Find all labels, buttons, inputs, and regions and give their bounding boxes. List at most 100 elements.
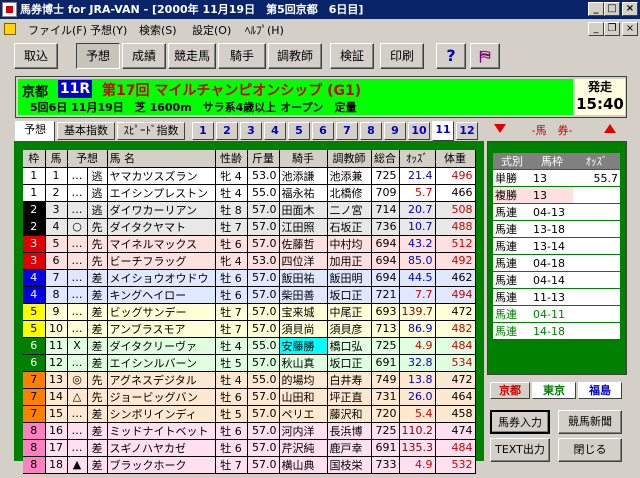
cell-mark: … <box>67 201 88 219</box>
exit-icon[interactable]: ⛿ <box>470 43 500 69</box>
race-tab-1[interactable]: 1 <box>192 122 214 140</box>
bet-row[interactable]: 馬連 04-11 <box>493 305 620 323</box>
prev-arrow-icon[interactable] <box>494 124 506 133</box>
bet-row[interactable]: 複勝 13 <box>493 186 620 204</box>
child-restore-button[interactable]: ❐ <box>604 22 620 36</box>
table-row[interactable]: 1 2… 逃エイシンプレストン牡 4 55.0 福永祐 北橋修 709 5.7 466 <box>23 184 476 202</box>
cell-body: 482 <box>435 320 476 338</box>
cell-score: 749 <box>371 371 400 389</box>
cell-score: 694 <box>371 235 400 253</box>
col-waku[interactable]: 枠 <box>23 150 46 168</box>
col-weight[interactable]: 斤量 <box>247 150 280 168</box>
table-row[interactable]: 7 14 △ 先ジョービッグバン牡 6 57.0 山田和 坪正直 731 26.0 464 <box>23 388 476 406</box>
race-tab-9[interactable]: 9 <box>384 122 406 140</box>
menu-help[interactable]: ﾍﾙﾌﾟ(H) <box>245 22 284 38</box>
child-close-button[interactable]: × <box>622 22 638 36</box>
bet-row[interactable]: 馬連 04-13 <box>493 203 620 221</box>
col-jockey[interactable]: 騎手 <box>279 150 328 168</box>
col-trainer[interactable]: 調教師 <box>327 150 372 168</box>
bet-row[interactable]: 馬連 11-13 <box>493 288 620 306</box>
verify-button[interactable]: 検証 <box>330 43 374 69</box>
bet-row[interactable]: 馬連 04-18 <box>493 254 620 272</box>
col-score[interactable]: 総合 <box>371 150 400 168</box>
race-tab-6[interactable]: 6 <box>312 122 334 140</box>
table-row[interactable]: 5 10… 差アンブラスモア牡 7 57.0 須貝尚 須貝彦 713 86.9 482 <box>23 320 476 338</box>
child-minimize-button[interactable]: _ <box>588 22 604 36</box>
table-row[interactable]: 4 8… 差キングヘイロー牡 6 57.0 柴田善 坂口正 721 7.7 494 <box>23 286 476 304</box>
bet-row[interactable]: 馬連 04-14 <box>493 271 620 289</box>
table-row[interactable]: 8 17… 差スギノハヤカゼ牡 6 57.0 芹沢純 鹿戸幸 691 135.3 484 <box>23 439 476 457</box>
maximize-button[interactable]: □ <box>604 2 620 16</box>
table-row[interactable]: 4 7… 差メイショウオウドウ牡 6 57.0 飯田祐 飯田明 694 44.5 462 <box>23 269 476 287</box>
table-row[interactable]: 3 6… 先ビーチフラッグ牝 4 53.0 四位洋 加用正 694 85.0 492 <box>23 252 476 270</box>
cell-name: ダイタクリーヴァ <box>107 337 216 355</box>
race-tab-2[interactable]: 2 <box>216 122 238 140</box>
race-conditions: 5回6日 11月19日 芝 1600m サラ系4歳以上 オープン 定量 <box>30 101 357 114</box>
help-icon[interactable]: ? <box>436 43 466 69</box>
import-button[interactable]: 取込 <box>14 43 58 69</box>
cell-weight: 53.0 <box>247 252 280 270</box>
col-odds[interactable]: ｵｯｽﾞ <box>399 150 436 168</box>
predict-button[interactable]: 予想 <box>76 43 120 69</box>
race-tab-4[interactable]: 4 <box>264 122 286 140</box>
race-tab-8[interactable]: 8 <box>360 122 382 140</box>
venue-kyoto-button[interactable]: 京都 <box>490 382 530 399</box>
close-window-button[interactable]: 閉じる <box>558 438 622 462</box>
bet-row[interactable]: 単勝 13 55.7 <box>493 169 620 187</box>
minimize-button[interactable]: _ <box>588 2 604 16</box>
col-body-weight[interactable]: 体重 <box>435 150 476 168</box>
print-button[interactable]: 印刷 <box>380 43 424 69</box>
next-arrow-icon[interactable] <box>604 124 616 133</box>
table-row[interactable]: 6 11 X 差ダイタクリーヴァ牡 4 55.0 安藤勝 橋口弘 725 4.9 484 <box>23 337 476 355</box>
close-button[interactable]: × <box>622 2 638 16</box>
title-bar: 馬券博士 for JRA-VAN - [2000年 11月19日 第5回京都 6… <box>0 0 640 19</box>
table-row[interactable]: 8 18 ▲ 差ブラックホーク牡 7 57.0 横山典 国枝栄 733 4.9 532 <box>23 456 476 474</box>
trainer-button[interactable]: 調教師 <box>268 43 322 69</box>
table-row[interactable]: 5 9… 差ビッグサンデー牡 7 57.0 宝来城 中尾正 693 139.7 472 <box>23 303 476 321</box>
cell-sex: 牡 7 <box>215 303 248 321</box>
col-sex-age[interactable]: 性齢 <box>215 150 248 168</box>
race-tab-10[interactable]: 10 <box>408 122 430 140</box>
bet-row[interactable]: 馬連 14-18 <box>493 322 620 340</box>
bet-cell-combo: 13-18 <box>531 220 573 238</box>
bet-row[interactable]: 馬連 13-18 <box>493 220 620 238</box>
table-row[interactable]: 2 3… 逃ダイワカーリアン牡 8 57.0 田面木 二ノ宮 714 20.7 508 <box>23 201 476 219</box>
jockey-button[interactable]: 騎手 <box>218 43 266 69</box>
bet-input-button[interactable]: 馬券入力 <box>490 410 550 434</box>
table-row[interactable]: 3 5… 先マイネルマックス牡 6 57.0 佐藤哲 中村均 694 43.2 512 <box>23 235 476 253</box>
text-export-button[interactable]: TEXT出力 <box>490 438 550 462</box>
menu-predict[interactable]: 予想(Y) <box>90 22 127 38</box>
table-row[interactable]: 1 1… 逃ヤマカツスズラン牝 4 53.0 池添謙 池添兼 725 21.4 496 <box>23 167 476 185</box>
table-row[interactable]: 8 16… 差ミッドナイトベット牡 6 57.0 河内洋 長浜博 725 110.2 474 <box>23 422 476 440</box>
racing-paper-button[interactable]: 競馬新聞 <box>558 410 622 434</box>
tab-prediction[interactable]: 予想 <box>15 121 55 141</box>
menu-file[interactable]: ファイル(F) <box>28 22 87 38</box>
race-tab-11[interactable]: 11 <box>432 121 454 141</box>
bet-row[interactable]: 馬連 13-14 <box>493 237 620 255</box>
document-icon[interactable] <box>4 23 16 35</box>
cell-score: 725 <box>371 422 400 440</box>
col-uma[interactable]: 馬 <box>45 150 68 168</box>
horse-button[interactable]: 競走馬 <box>168 43 216 69</box>
venue-fukushima-button[interactable]: 福島 <box>578 382 622 399</box>
tab-basic-index[interactable]: 基本指数 <box>57 122 115 140</box>
race-tab-3[interactable]: 3 <box>240 122 262 140</box>
menu-search[interactable]: 検索(S) <box>139 22 177 38</box>
table-row[interactable]: 6 12… 差エイシンルバーン牡 5 57.0 秋山真 坂口正 691 32.8 534 <box>23 354 476 372</box>
cell-name: アンブラスモア <box>107 320 216 338</box>
menu-settings[interactable]: 設定(O) <box>192 22 231 38</box>
results-button[interactable]: 成績 <box>122 43 166 69</box>
race-tab-7[interactable]: 7 <box>336 122 358 140</box>
race-tab-5[interactable]: 5 <box>288 122 310 140</box>
venue-tokyo-button[interactable]: 東京 <box>532 382 576 399</box>
table-row[interactable]: 2 4 ○ 先ダイタクヤマト牡 7 57.0 江田照 石坂正 736 10.7 488 <box>23 218 476 236</box>
col-prediction[interactable]: 予想 <box>67 150 108 168</box>
bet-label: -馬 券- <box>531 124 573 137</box>
table-row[interactable]: 7 13 ◎ 先アグネスデジタル牡 4 55.0 的場均 白井寿 749 13.8 472 <box>23 371 476 389</box>
cell-mark: X <box>67 337 88 355</box>
cell-odds: 10.7 <box>399 218 436 236</box>
table-row[interactable]: 7 15… 差シンボリインディ牡 5 57.0 ペリエ 藤沢和 720 5.4 458 <box>23 405 476 423</box>
col-name[interactable]: 馬 名 <box>107 150 216 168</box>
tab-speed-index[interactable]: ｽﾋﾟｰﾄﾞ指数 <box>117 122 185 140</box>
race-tab-12[interactable]: 12 <box>456 122 478 140</box>
